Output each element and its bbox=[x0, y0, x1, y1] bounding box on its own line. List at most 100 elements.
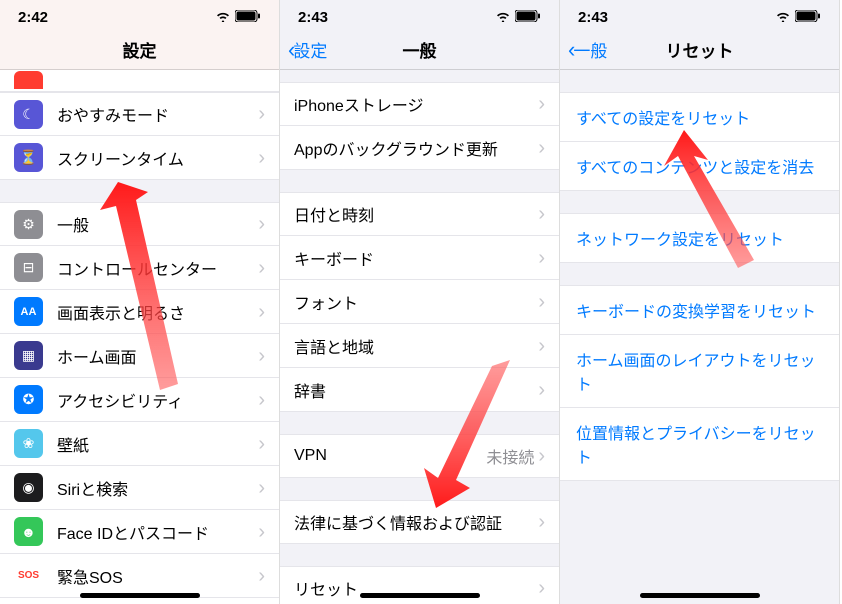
list-item[interactable]: AA画面表示と明るさ› bbox=[0, 290, 279, 334]
wifi-icon bbox=[215, 9, 231, 26]
list-item[interactable]: 辞書› bbox=[280, 368, 559, 412]
back-button[interactable]: ‹ 設定 bbox=[288, 37, 327, 62]
row-label: 画面表示と明るさ bbox=[57, 300, 258, 324]
row-label: コントロールセンター bbox=[57, 256, 258, 280]
chevron-right-icon: › bbox=[258, 148, 265, 168]
list-item[interactable]: ✱接触通知› bbox=[0, 598, 279, 604]
status-icons bbox=[215, 9, 261, 26]
row-label: iPhoneストレージ bbox=[294, 92, 538, 116]
list-item[interactable]: ⚙ 一般› bbox=[0, 202, 279, 246]
reset-action[interactable]: ホーム画面のレイアウトをリセット bbox=[560, 335, 839, 408]
chevron-right-icon: › bbox=[538, 204, 545, 224]
row-label: スクリーンタイム bbox=[57, 146, 258, 170]
row-label: 日付と時刻 bbox=[294, 202, 538, 226]
list-item[interactable]: ✪ アクセシビリティ› bbox=[0, 378, 279, 422]
row-icon: ❀ bbox=[14, 429, 43, 458]
reset-action[interactable]: すべての設定をリセット bbox=[560, 92, 839, 142]
list-item[interactable]: フォント› bbox=[280, 280, 559, 324]
list-item[interactable]: キーボード› bbox=[280, 236, 559, 280]
list-item[interactable]: Appのバックグラウンド更新› bbox=[280, 126, 559, 170]
chevron-right-icon: › bbox=[258, 104, 265, 124]
row-icon: ☾ bbox=[14, 100, 43, 129]
chevron-right-icon: › bbox=[258, 478, 265, 498]
page-title: 設定 bbox=[123, 37, 157, 62]
list-item[interactable]: iPhoneストレージ› bbox=[280, 82, 559, 126]
list-item[interactable]: ◉ Siriと検索› bbox=[0, 466, 279, 510]
home-indicator[interactable] bbox=[640, 593, 760, 598]
row-icon: ✪ bbox=[14, 385, 43, 414]
chevron-right-icon: › bbox=[258, 214, 265, 234]
battery-icon bbox=[235, 9, 261, 26]
list-item[interactable]: ▦ホーム画面› bbox=[0, 334, 279, 378]
chevron-right-icon: › bbox=[258, 346, 265, 366]
list-item[interactable]: ⊟コントロールセンター› bbox=[0, 246, 279, 290]
row-detail: 未接続 bbox=[486, 444, 534, 468]
wifi-icon bbox=[495, 9, 511, 26]
chevron-right-icon: › bbox=[538, 292, 545, 312]
page-title: リセット bbox=[666, 37, 734, 62]
row-label: Appのバックグラウンド更新 bbox=[294, 136, 538, 160]
row-icon: ⚙ bbox=[14, 210, 43, 239]
time: 2:43 bbox=[298, 9, 328, 26]
row-label: 辞書 bbox=[294, 378, 538, 402]
row-label: 一般 bbox=[57, 212, 258, 236]
row-label: フォント bbox=[294, 290, 538, 314]
list-item[interactable]: ☻Face IDとパスコード› bbox=[0, 510, 279, 554]
row-icon: ◉ bbox=[14, 473, 43, 502]
nav-bar: ‹ 一般 リセット bbox=[560, 30, 839, 70]
list-item[interactable]: ❀壁紙› bbox=[0, 422, 279, 466]
reset-action[interactable]: すべてのコンテンツと設定を消去 bbox=[560, 142, 839, 191]
notifications-icon bbox=[14, 71, 43, 89]
list-item[interactable]: VPN未接続› bbox=[280, 434, 559, 478]
reset-action[interactable]: 位置情報とプライバシーをリセット bbox=[560, 408, 839, 481]
row-icon: ▦ bbox=[14, 341, 43, 370]
back-label: 一般 bbox=[573, 37, 607, 62]
reset-action[interactable]: キーボードの変換学習をリセット bbox=[560, 285, 839, 335]
home-indicator[interactable] bbox=[360, 593, 480, 598]
list-item-truncated[interactable] bbox=[0, 70, 279, 92]
list-item[interactable]: ☾ おやすみモード› bbox=[0, 92, 279, 136]
reset-list[interactable]: すべての設定をリセットすべてのコンテンツと設定を消去 ネットワーク設定をリセット… bbox=[560, 70, 839, 604]
back-button[interactable]: ‹ 一般 bbox=[568, 37, 607, 62]
row-icon: ⏳ bbox=[14, 143, 43, 172]
row-label: 言語と地域 bbox=[294, 334, 538, 358]
back-label: 設定 bbox=[293, 37, 327, 62]
list-item[interactable]: ⏳ スクリーンタイム› bbox=[0, 136, 279, 180]
home-indicator[interactable] bbox=[80, 593, 200, 598]
list-item[interactable]: 法律に基づく情報および認証› bbox=[280, 500, 559, 544]
reset-action[interactable]: ネットワーク設定をリセット bbox=[560, 213, 839, 263]
chevron-right-icon: › bbox=[538, 336, 545, 356]
row-label: 緊急SOS bbox=[57, 564, 258, 588]
status-bar: 2:42 bbox=[0, 0, 279, 30]
row-label: Siriと検索 bbox=[57, 476, 258, 500]
status-bar: 2:43 bbox=[560, 0, 839, 30]
chevron-right-icon: › bbox=[538, 248, 545, 268]
page-title: 一般 bbox=[403, 37, 437, 62]
wifi-icon bbox=[775, 9, 791, 26]
list-item[interactable]: 言語と地域› bbox=[280, 324, 559, 368]
row-label: VPN bbox=[294, 447, 486, 465]
row-label: おやすみモード bbox=[57, 102, 258, 126]
list-item[interactable]: リセット› bbox=[280, 566, 559, 604]
battery-icon bbox=[795, 9, 821, 26]
chevron-right-icon: › bbox=[258, 390, 265, 410]
list-item[interactable]: SOS緊急SOS› bbox=[0, 554, 279, 598]
general-list[interactable]: iPhoneストレージ›Appのバックグラウンド更新› 日付と時刻›キーボード›… bbox=[280, 70, 559, 604]
chevron-right-icon: › bbox=[538, 512, 545, 532]
list-item[interactable]: 日付と時刻› bbox=[280, 192, 559, 236]
row-icon: ⊟ bbox=[14, 253, 43, 282]
settings-list[interactable]: ☾おやすみモード›⏳スクリーンタイム› ⚙一般›⊟コントロールセンター›AA画面… bbox=[0, 70, 279, 604]
status-icons bbox=[495, 9, 541, 26]
row-label: アクセシビリティ bbox=[57, 388, 258, 412]
screen-settings: 2:42 設定 ☾おやすみモード›⏳スクリーンタイム› ⚙一般›⊟コントロールセ… bbox=[0, 0, 280, 604]
row-icon: ☻ bbox=[14, 517, 43, 546]
status-bar: 2:43 bbox=[280, 0, 559, 30]
chevron-right-icon: › bbox=[538, 446, 545, 466]
chevron-right-icon: › bbox=[538, 94, 545, 114]
nav-bar: 設定 bbox=[0, 30, 279, 70]
row-label: 壁紙 bbox=[57, 432, 258, 456]
chevron-right-icon: › bbox=[538, 380, 545, 400]
status-icons bbox=[775, 9, 821, 26]
screen-reset: 2:43 ‹ 一般 リセット すべての設定をリセットすべてのコンテンツと設定を消… bbox=[560, 0, 840, 604]
row-icon: SOS bbox=[14, 561, 43, 590]
